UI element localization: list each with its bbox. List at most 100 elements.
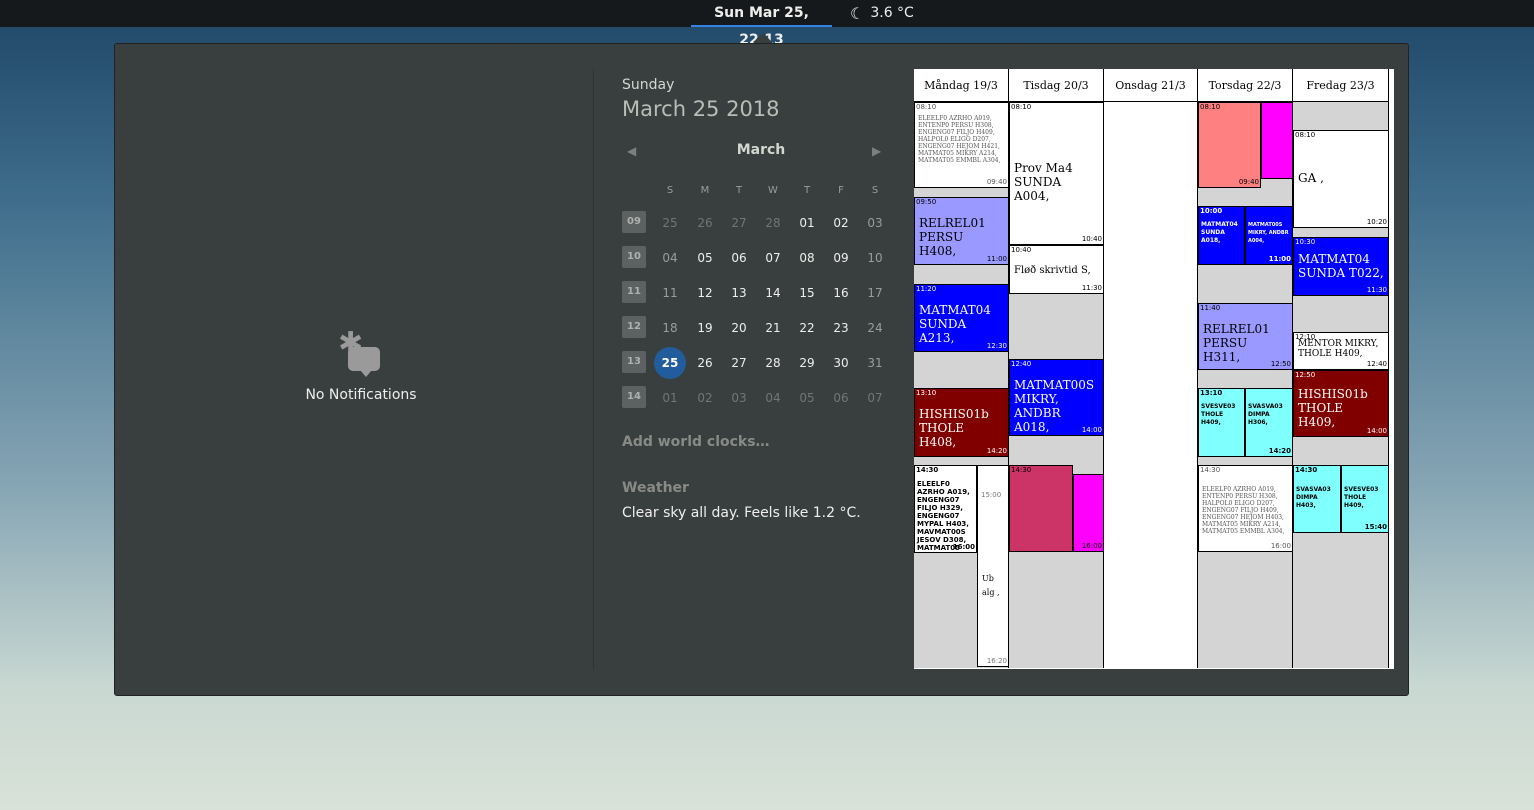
calendar-day[interactable]: 10 — [858, 246, 892, 270]
schedule-block: 13:10 SVESVE03 THOLE H409, — [1198, 388, 1245, 457]
calendar-day[interactable]: 28 — [756, 351, 790, 375]
calendar-header: ◀ March ▶ — [622, 142, 896, 162]
temperature-label: 3.6 °C — [870, 5, 914, 21]
schedule-block: 16:00 — [1073, 474, 1104, 552]
calendar-day[interactable]: 20 — [722, 316, 756, 340]
day-name[interactable]: Sunday — [622, 77, 674, 93]
schedule-block: 15:40 SVESVE03 THOLE H409, — [1341, 465, 1389, 533]
calendar-day[interactable]: 24 — [858, 316, 892, 340]
week-number: 13 — [622, 351, 646, 373]
schedule-block: 12:40 14:00 MATMAT00S MIKRY, ANDBR A018, — [1009, 359, 1104, 436]
top-bar: Sun Mar 25, 22:13 ☾ 3.6 °C — [0, 0, 1534, 48]
calendar-day[interactable]: 07 — [756, 246, 790, 270]
calendar-day[interactable]: 04 — [756, 386, 790, 410]
calendar-day[interactable]: 15 — [790, 281, 824, 305]
schedule-block: 10:30 11:30 MATMAT04 SUNDA T022, — [1293, 237, 1389, 296]
schedule-block: 08:10 09:40 — [1198, 102, 1261, 188]
calendar-day[interactable]: 29 — [790, 351, 824, 375]
calendar-day[interactable]: 28 — [756, 211, 790, 235]
calendar-day[interactable]: 18 — [653, 316, 687, 340]
clock-button[interactable]: Sun Mar 25, 22:13 — [691, 0, 832, 48]
calendar-day[interactable]: 25 — [653, 211, 687, 235]
schedule-block: 10:40 11:30 Fløð skrivtid S, — [1009, 245, 1104, 294]
week-number: 09 — [622, 211, 646, 233]
calendar-day[interactable]: 08 — [790, 246, 824, 270]
calendar-day[interactable]: 05 — [688, 246, 722, 270]
calendar-day[interactable]: 06 — [824, 386, 858, 410]
calendar-day[interactable]: 30 — [824, 351, 858, 375]
calendar-day[interactable]: 27 — [722, 351, 756, 375]
schedule-block: 08:10 09:40 ELEELF0 AZRHO A019, ENTENP0 P… — [914, 102, 1009, 188]
schedule-block: 15:00 16:20 Ub alg , — [977, 465, 1009, 667]
notifications-empty: ✱ No Notifications — [290, 329, 432, 404]
dow-header: S — [666, 185, 674, 196]
schedule-block: 08:10 10:40 Prov Ma4 SUNDA A004, — [1009, 102, 1104, 245]
calendar-day[interactable]: 17 — [858, 281, 892, 305]
dow-header: T — [735, 185, 743, 196]
calendar-day[interactable]: 23 — [824, 316, 858, 340]
calendar-day[interactable]: 11 — [653, 281, 687, 305]
dow-header: M — [700, 185, 710, 196]
calendar-day[interactable]: 14 — [756, 281, 790, 305]
calendar-day[interactable]: 06 — [722, 246, 756, 270]
schedule-block — [1261, 102, 1293, 179]
no-notifications-label: No Notifications — [305, 387, 417, 403]
schedule-day-header: Måndag 19/3 — [914, 69, 1009, 102]
schedule-block: 11:20 12:30 MATMAT04 SUNDA A213, — [914, 284, 1009, 352]
calendar-day[interactable]: 01 — [653, 386, 687, 410]
calendar-popover: ✱ No Notifications Sunday March 25 2018 … — [114, 43, 1409, 696]
calendar-day[interactable]: 19 — [688, 316, 722, 340]
weather-title[interactable]: Weather — [622, 480, 689, 496]
calendar-day[interactable]: 01 — [790, 211, 824, 235]
calendar-day[interactable]: 02 — [688, 386, 722, 410]
week-number: 12 — [622, 316, 646, 338]
calendar-day[interactable]: 31 — [858, 351, 892, 375]
calendar-day[interactable]: 07 — [858, 386, 892, 410]
weather-description: Clear sky all day. Feels like 1.2 °C. — [622, 505, 861, 521]
add-world-clocks-link[interactable]: Add world clocks… — [622, 434, 770, 450]
next-month-icon[interactable]: ▶ — [872, 144, 881, 158]
calendar-day[interactable]: 12 — [688, 281, 722, 305]
calendar-day[interactable]: 21 — [756, 316, 790, 340]
moon-icon: ☾ — [850, 4, 865, 23]
dow-header: F — [838, 185, 844, 196]
schedule-block: 14:30 16:00 ELEELF0 AZRHO A019, ENGENG07 … — [914, 465, 977, 553]
schedule-block: 13:10 14:20 HISHIS01b THOLE H408, — [914, 388, 1009, 457]
schedule-day-header: Torsdag 22/3 — [1198, 69, 1293, 102]
calendar-day[interactable]: 02 — [824, 211, 858, 235]
week-number: 14 — [622, 386, 646, 408]
weather-indicator[interactable]: ☾ 3.6 °C — [850, 0, 914, 27]
calendar-day[interactable]: 16 — [824, 281, 858, 305]
month-label: March — [736, 142, 786, 158]
schedule-block: 14:30 SVASVA03 DIMPA H403, — [1293, 465, 1341, 533]
calendar-day[interactable]: 22 — [790, 316, 824, 340]
calendar-day[interactable]: 03 — [858, 211, 892, 235]
panel-divider — [593, 69, 594, 669]
calendar-day[interactable]: 03 — [722, 386, 756, 410]
schedule-block: 10:00 MATMAT04 SUNDA A018, — [1198, 206, 1245, 265]
calendar-day-today[interactable]: 25 — [654, 347, 686, 379]
schedule-block: 12:50 14:00 HISHIS01b THOLE H409, — [1293, 370, 1389, 437]
schedule-day-header: Tisdag 20/3 — [1009, 69, 1104, 102]
schedule-block: 08:10 10:20 GA , — [1293, 130, 1389, 228]
calendar-day[interactable]: 05 — [790, 386, 824, 410]
schedule-image: Måndag 19/3 Tisdag 20/3 Onsdag 21/3 Tors… — [914, 69, 1394, 669]
full-date[interactable]: March 25 2018 — [622, 97, 780, 121]
schedule-block: 11:00 MATMAT00S MIKRY, ANDBR A004, — [1245, 206, 1293, 265]
schedule-column — [1104, 102, 1198, 668]
notifications-empty-icon: ✱ — [338, 329, 384, 381]
schedule-block: 09:50 11:00 RELREL01 PERSU H408, — [914, 197, 1009, 265]
calendar-day[interactable]: 09 — [824, 246, 858, 270]
dow-header: S — [871, 185, 879, 196]
schedule-day-header: Fredag 23/3 — [1293, 69, 1389, 102]
calendar-day[interactable]: 26 — [688, 211, 722, 235]
schedule-day-header: Onsdag 21/3 — [1104, 69, 1198, 102]
calendar-day[interactable]: 26 — [688, 351, 722, 375]
schedule-block: 14:20 SVASVA03 DIMPA H306, — [1245, 388, 1293, 457]
calendar-day[interactable]: 27 — [722, 211, 756, 235]
dow-header: W — [768, 185, 778, 196]
calendar-day[interactable]: 04 — [653, 246, 687, 270]
week-number: 10 — [622, 246, 646, 268]
schedule-block: 14:30 16:00 ELEELF0 AZRHO A019, ENTENP0 P… — [1198, 465, 1293, 552]
calendar-day[interactable]: 13 — [722, 281, 756, 305]
